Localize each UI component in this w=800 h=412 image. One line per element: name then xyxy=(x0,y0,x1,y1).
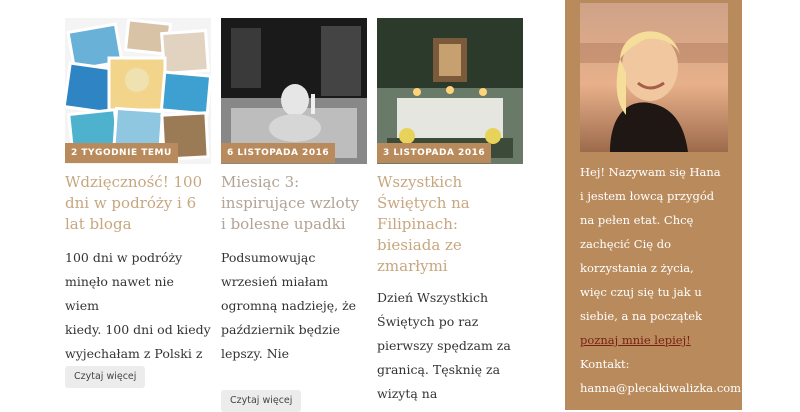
post-excerpt-line: wrzesień miałam xyxy=(221,274,329,289)
post-title[interactable]: Wdzięczność! 100 dni w podróży i 6 lat b… xyxy=(65,172,211,235)
post-excerpt-line: minęło nawet nie wiem xyxy=(65,274,174,313)
post-excerpt-line: Dzień Wszystkich xyxy=(377,290,488,305)
post-title-line[interactable]: biesiada ze xyxy=(377,235,523,256)
post-excerpt: 100 dni w podróży minęło nawet nie wiem … xyxy=(65,246,211,366)
post-title-line[interactable]: Wdzięczność! 100 xyxy=(65,172,211,193)
bio-line: zachęcić Cię do xyxy=(580,237,672,251)
author-portrait-image xyxy=(580,3,728,152)
bio-line: siebie, a na początek xyxy=(580,309,703,323)
post-title-line[interactable]: Wszystkich xyxy=(377,172,523,193)
post-excerpt-line: granicą. Tęsknię za xyxy=(377,362,501,377)
post-date-badge: 6 LISTOPADA 2016 xyxy=(221,143,336,163)
post-title[interactable]: Miesiąc 3: inspirujące wzloty i bolesne … xyxy=(221,172,367,235)
post-title-line[interactable]: i bolesne upadki xyxy=(221,214,367,235)
author-bio: Hej! Nazywam się Hana i jestem łowcą prz… xyxy=(580,160,750,400)
post-title-line[interactable]: lat bloga xyxy=(65,214,211,235)
post-title-line[interactable]: inspirujące wzloty xyxy=(221,193,367,214)
post-title-line[interactable]: Filipinach: xyxy=(377,214,523,235)
bio-line: więc czuj się tu jak u xyxy=(580,285,702,299)
post-excerpt-line: kiedy. 100 dni od kiedy xyxy=(65,322,211,337)
bio-line: na pełen etat. Chcę xyxy=(580,213,694,227)
post-excerpt-line: ogromną nadzieję, że xyxy=(221,298,357,313)
about-me-link[interactable]: poznaj mnie lepiej! xyxy=(580,333,691,347)
post-excerpt-line: Świętych po raz xyxy=(377,314,479,329)
post-excerpt-line: 100 dni w podróży xyxy=(65,250,183,265)
post-title-line[interactable]: Miesiąc 3: xyxy=(221,172,367,193)
contact-label: Kontakt: xyxy=(580,357,630,371)
bio-line: i jestem łowcą przygód xyxy=(580,189,715,203)
read-more-button[interactable]: Czytaj więcej xyxy=(221,390,302,412)
bio-line: korzystania z życia, xyxy=(580,261,694,275)
post-excerpt-line: wyjechałam z Polski z xyxy=(65,346,203,361)
about-me-sidebar: Hej! Nazywam się Hana i jestem łowcą prz… xyxy=(565,0,742,410)
post-title[interactable]: Wszystkich Świętych na Filipinach: biesi… xyxy=(377,172,523,277)
post-excerpt: Podsumowując wrzesień miałam ogromną nad… xyxy=(221,246,367,366)
post-date-badge: 3 LISTOPADA 2016 xyxy=(377,143,492,163)
post-excerpt-line: pierwszy spędzam za xyxy=(377,338,511,353)
post-excerpt-line: Podsumowując xyxy=(221,250,316,265)
read-more-button[interactable]: Czytaj więcej xyxy=(65,366,146,388)
post-title-line[interactable]: Świętych na xyxy=(377,193,523,214)
post-title-line[interactable]: zmarłymi xyxy=(377,256,523,277)
post-excerpt-line: wizytą na xyxy=(377,386,438,401)
bio-line: Hej! Nazywam się Hana xyxy=(580,165,721,179)
post-excerpt: Dzień Wszystkich Świętych po raz pierwsz… xyxy=(377,286,523,406)
post-excerpt-line: październik będzie xyxy=(221,322,340,337)
contact-email[interactable]: hanna@plecakiwalizka.com xyxy=(580,376,750,400)
post-date-badge: 2 TYGODNIE TEMU xyxy=(65,143,178,163)
post-title-line[interactable]: dni w podróży i 6 xyxy=(65,193,211,214)
post-excerpt-line: lepszy. Nie xyxy=(221,346,290,361)
